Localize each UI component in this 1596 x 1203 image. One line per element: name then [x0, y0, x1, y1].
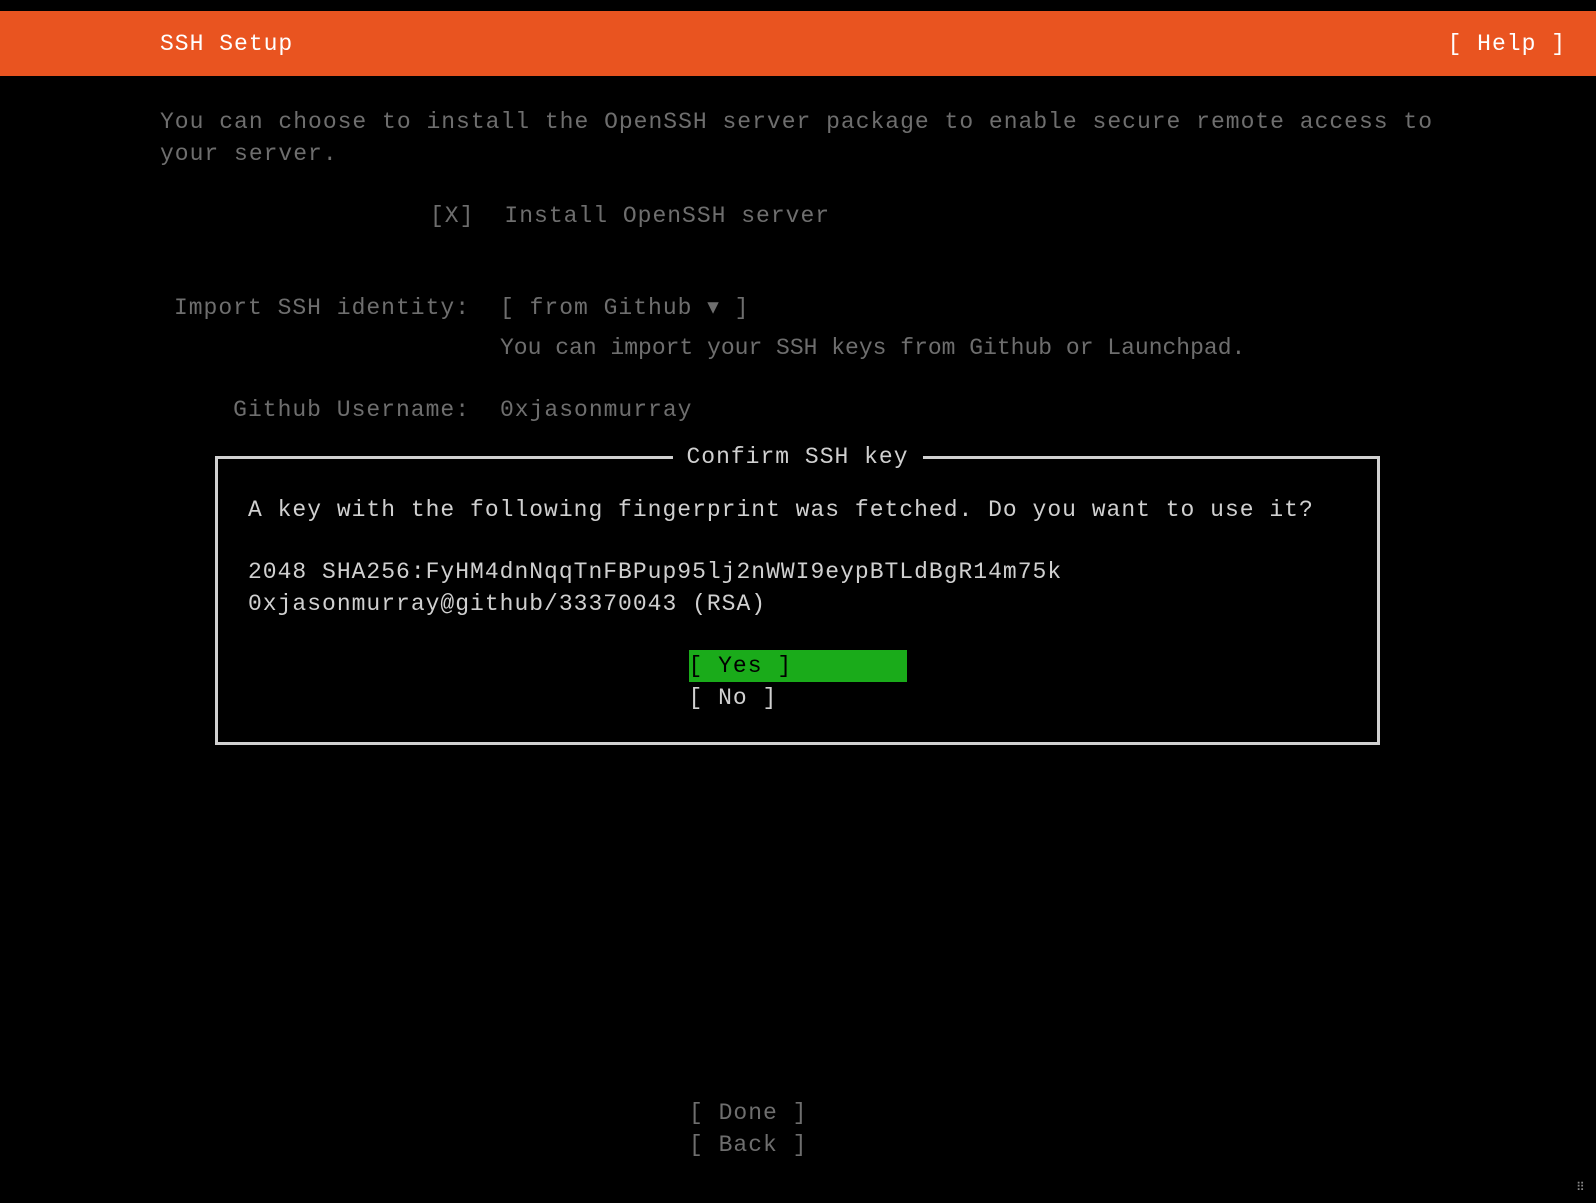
resize-grip-icon: ⠿	[1576, 1183, 1592, 1199]
no-button[interactable]: [ No ]	[689, 682, 907, 714]
fingerprint-line-1: 2048 SHA256:FyHM4dnNqqTnFBPup95lj2nWWI9e…	[248, 556, 1347, 588]
import-identity-row: Import SSH identity: [ from Github ▾ ]	[160, 292, 1436, 324]
import-identity-label: Import SSH identity:	[160, 292, 500, 324]
checkbox-mark: [X]	[430, 203, 474, 229]
dialog-message: A key with the following fingerprint was…	[248, 494, 1347, 526]
install-openssh-checkbox[interactable]: [X] Install OpenSSH server	[430, 200, 1436, 232]
intro-text: You can choose to install the OpenSSH se…	[160, 106, 1436, 170]
installer-header: SSH Setup [ Help ]	[0, 11, 1596, 76]
done-button[interactable]: [ Done ]	[689, 1097, 907, 1129]
import-identity-dropdown[interactable]: [ from Github ▾ ]	[500, 292, 1436, 324]
dialog-button-group: [ Yes ] [ No ]	[248, 650, 1347, 714]
help-button[interactable]: [ Help ]	[1448, 31, 1566, 57]
yes-button[interactable]: [ Yes ]	[689, 650, 907, 682]
page-title: SSH Setup	[160, 31, 293, 57]
checkbox-label: Install OpenSSH server	[504, 203, 830, 229]
github-username-row: Github Username: 0xjasonmurray	[160, 394, 1436, 426]
footer-button-group: [ Done ] [ Back ]	[689, 1097, 907, 1161]
import-identity-help: You can import your SSH keys from Github…	[500, 332, 1436, 364]
github-username-label: Github Username:	[160, 394, 500, 426]
github-username-field[interactable]: 0xjasonmurray	[500, 394, 1436, 426]
ssh-fingerprint: 2048 SHA256:FyHM4dnNqqTnFBPup95lj2nWWI9e…	[248, 556, 1347, 620]
back-button[interactable]: [ Back ]	[689, 1129, 907, 1161]
fingerprint-line-2: 0xjasonmurray@github/33370043 (RSA)	[248, 588, 1347, 620]
dialog-title: Confirm SSH key	[672, 441, 922, 473]
ssh-setup-form: You can choose to install the OpenSSH se…	[0, 76, 1596, 426]
confirm-ssh-key-dialog: Confirm SSH key A key with the following…	[215, 456, 1380, 745]
